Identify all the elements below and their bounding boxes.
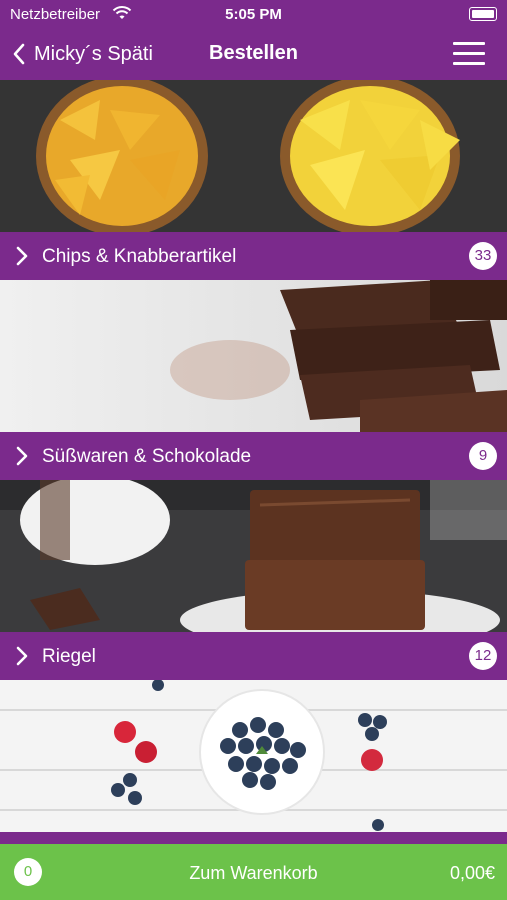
- back-button[interactable]: Micky´s Späti: [12, 38, 153, 70]
- category-bar[interactable]: Riegel 12: [0, 632, 507, 680]
- cart-bar[interactable]: 0 Zum Warenkorb 0,00€: [0, 844, 507, 900]
- item-count-badge: 12: [469, 642, 497, 670]
- chevron-right-icon: [16, 446, 28, 466]
- cart-button-label: Zum Warenkorb: [189, 863, 318, 883]
- category-label: Süßwaren & Schokolade: [42, 446, 252, 467]
- category-label: Chips & Knabberartikel: [42, 246, 237, 267]
- chevron-right-icon: [16, 246, 28, 266]
- chips-photo: [0, 80, 507, 232]
- item-count-badge: 9: [469, 442, 497, 470]
- blueberries-photo: [0, 680, 507, 832]
- category-bar[interactable]: Chips & Knabberartikel 33: [0, 232, 507, 280]
- status-bar: Netzbetreiber 5:05 PM: [0, 0, 507, 28]
- chevron-left-icon: [13, 43, 25, 65]
- chocolate-photo: [0, 280, 507, 432]
- chevron-right-icon: [16, 646, 28, 666]
- category-label: Riegel: [42, 646, 96, 667]
- menu-icon[interactable]: [453, 42, 485, 66]
- clock: 5:05 PM: [225, 6, 282, 23]
- brownie-photo: [0, 480, 507, 632]
- cart-total: 0,00€: [449, 863, 495, 883]
- nav-bar: Micky´s Späti Bestellen: [0, 28, 507, 80]
- back-label: Micky´s Späti: [34, 42, 153, 65]
- item-count-badge: 33: [469, 242, 497, 270]
- battery-icon: [469, 7, 497, 21]
- category-bar[interactable]: Süßwaren & Schokolade 9: [0, 432, 507, 480]
